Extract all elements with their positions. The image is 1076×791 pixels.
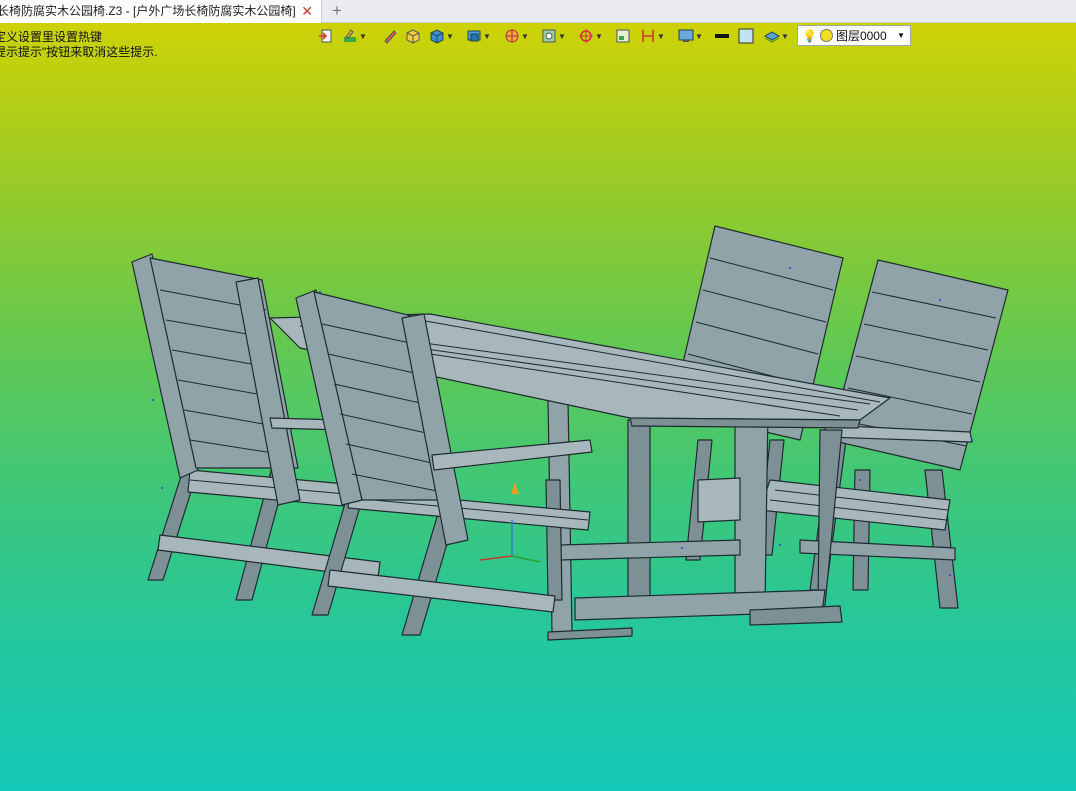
cube-yellow-button[interactable]: [405, 26, 421, 46]
sketch-icon: [344, 29, 356, 42]
target-icon: [579, 29, 593, 43]
dimension-button[interactable]: ▼: [640, 26, 665, 46]
pen-button[interactable]: [382, 26, 398, 46]
pen-icon: [384, 30, 397, 44]
solid-icon: [430, 29, 444, 44]
model-viewport[interactable]: .p { fill: #8fa3a8; stroke: #1f2b30; str…: [0, 0, 1076, 791]
display-button[interactable]: ▼: [678, 26, 703, 46]
lightbulb-icon: 💡: [802, 28, 817, 43]
layer-select[interactable]: 💡 图层0000 ▼: [797, 25, 911, 46]
layer-stack-button[interactable]: ▼: [764, 26, 789, 46]
fill-color-button[interactable]: [738, 26, 754, 46]
exit-button[interactable]: [318, 26, 334, 46]
render-button[interactable]: ▼: [504, 26, 529, 46]
chevron-down-icon: ▼: [897, 31, 905, 40]
frame-button[interactable]: [615, 26, 631, 46]
view-cube-icon: [542, 29, 556, 43]
layer-name: 图层0000: [835, 29, 887, 43]
fill-color-icon: [738, 28, 754, 44]
exit-icon: [319, 29, 332, 43]
target-button[interactable]: ▼: [578, 26, 603, 46]
dimension-icon: [642, 30, 654, 42]
cube-yellow-icon: [406, 29, 420, 44]
shaded-view-icon: [467, 30, 481, 42]
layer-color-icon: [819, 29, 833, 42]
line-color-button[interactable]: [714, 26, 730, 46]
sketch-button[interactable]: ▼: [342, 26, 367, 46]
solid-button[interactable]: ▼: [429, 26, 454, 46]
line-color-icon: [715, 34, 729, 38]
display-icon: [678, 29, 694, 42]
view-cube-button[interactable]: ▼: [541, 26, 566, 46]
render-icon: [505, 29, 519, 43]
shaded-view-button[interactable]: ▼: [466, 26, 491, 46]
layer-stack-icon: [764, 31, 780, 43]
frame-icon: [616, 29, 630, 43]
